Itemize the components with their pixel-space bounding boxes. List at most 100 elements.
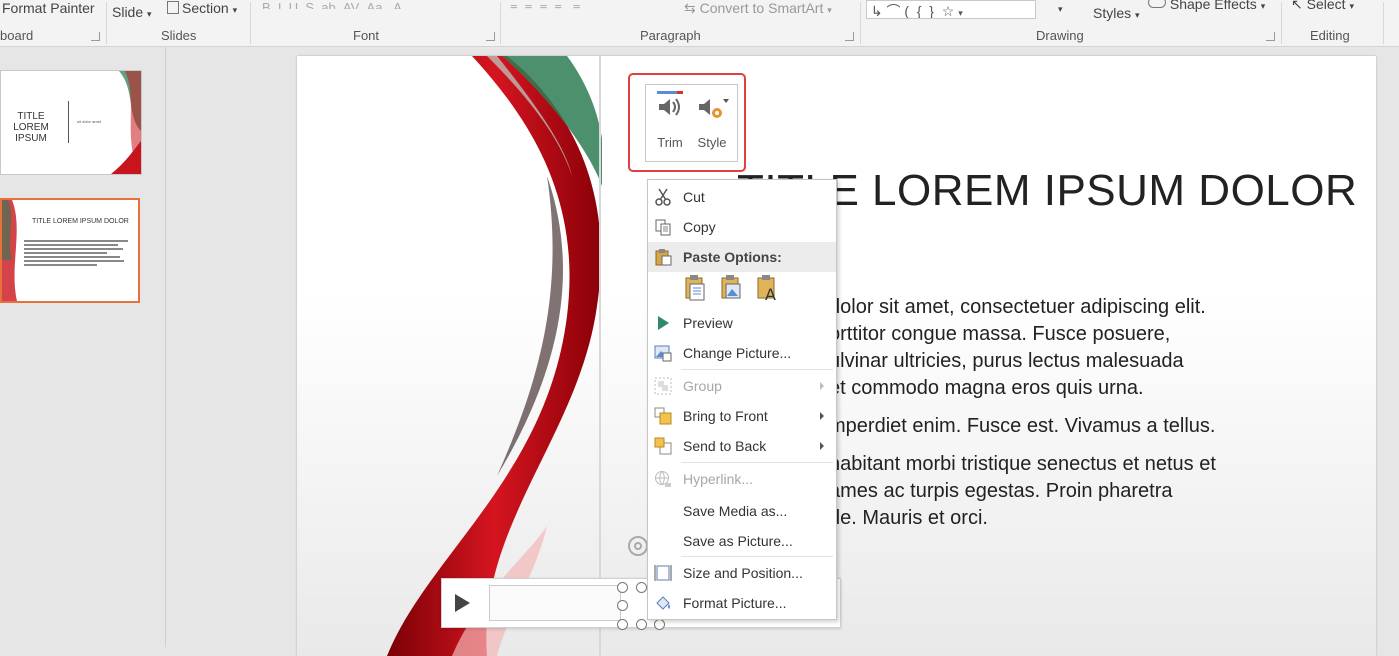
menu-label: Copy [683,219,716,235]
menu-item-copy[interactable]: Copy [648,212,836,242]
chevron-down-icon: ▾ [147,9,152,19]
menu-separator [681,369,833,370]
menu-item-cut[interactable]: Cut [648,182,836,212]
menu-label: Save Media as... [683,503,788,519]
cursor-icon: ↖ [1291,0,1303,12]
paste-text-only-icon[interactable]: A [756,274,780,304]
new-slide-button[interactable]: Slide ▾ [112,4,152,20]
thumb-1-divider [68,101,69,143]
group-divider [1383,2,1384,44]
scissors-icon [655,188,671,206]
hyperlink-globe-icon [655,471,671,487]
quick-styles-label: Styles [1093,5,1132,21]
thumb-1-subtitle: sit dolor amet [77,119,102,124]
slide-thumbnail-1[interactable]: TITLE LOREM IPSUM sit dolor amet [0,70,142,175]
section-button[interactable]: Section ▾ [167,0,237,16]
clipboard-group-label: board [0,28,34,43]
body-line[interactable]: orttitor congue massa. Fusce posuere, [829,323,1170,346]
menu-item-save-media-as[interactable]: Save Media as... [648,496,836,526]
paragraph-launcher-icon[interactable] [845,32,854,41]
body-line[interactable]: dolor sit amet, consectetuer adipiscing … [829,296,1206,319]
align-buttons[interactable]: ≡ ≡ ≡ ≡ ≡ [510,0,580,9]
font-launcher-icon[interactable] [486,32,495,41]
play-icon [658,316,669,330]
clipboard-icon [655,249,672,266]
menu-item-preview[interactable]: Preview [648,308,836,338]
menu-label: Hyperlink... [683,471,754,487]
body-line[interactable]: ulvinar ultricies, purus lectus malesuad… [829,350,1184,373]
menu-item-send-to-back[interactable]: Send to Back [648,431,836,461]
select-button[interactable]: ↖ Select ▾ [1291,0,1354,13]
paint-bucket-icon [656,596,670,610]
shape-effects-label: Shape Effects [1169,0,1257,12]
font-group-label: Font [353,28,380,43]
menu-item-group[interactable]: Group [648,371,836,401]
group-divider [106,2,107,44]
resize-handle[interactable] [636,582,647,593]
paste-options-header: Paste Options: [648,242,836,272]
resize-handle[interactable] [617,582,628,593]
audio-timeline[interactable] [489,585,621,621]
body-line[interactable]: et commodo magna eros quis urna. [829,377,1144,400]
drawing-group-label: Drawing [1036,28,1084,43]
paragraph-group-label: Paragraph [640,28,701,43]
shape-effects-button[interactable]: Shape Effects ▾ [1148,0,1265,12]
menu-item-save-as-picture[interactable]: Save as Picture... [648,526,836,556]
menu-label: Format Picture... [683,595,787,611]
menu-label: Size and Position... [683,565,803,581]
highlight-box [628,73,746,172]
menu-item-bring-to-front[interactable]: Bring to Front [648,401,836,431]
group-divider [250,2,251,44]
submenu-arrow-icon [820,442,824,450]
group-divider [500,2,501,44]
play-icon[interactable] [455,594,470,612]
menu-label: Paste Options: [683,249,782,265]
copy-icon [655,219,671,236]
arrange-dropdown[interactable]: ▾ [1058,4,1063,15]
resize-handle[interactable] [617,619,628,630]
drawing-launcher-icon[interactable] [1266,32,1275,41]
slide-divider-line [599,56,601,656]
new-slide-label: Slide [112,4,144,20]
group-divider [860,2,861,44]
convert-smartart-button[interactable]: ⇆ Convert to SmartArt ▾ [684,0,832,17]
quick-styles-button[interactable]: Styles ▾ [1093,5,1140,21]
paste-picture-icon[interactable] [720,274,744,302]
body-line[interactable]: de. Mauris et orci. [829,507,988,530]
format-painter-button[interactable]: Format Painter [2,0,95,16]
body-line[interactable]: habitant morbi tristique senectus et net… [829,453,1216,476]
font-format-buttons[interactable]: B I U S ab AV Aa A [262,0,402,9]
change-picture-icon [654,345,672,362]
menu-item-change-picture[interactable]: Change Picture... [648,338,836,368]
thumb-1-title: TITLE LOREM IPSUM [13,111,49,144]
menu-label: Send to Back [683,438,767,454]
chevron-down-icon: ▾ [232,5,238,15]
resize-handle[interactable] [617,600,628,611]
audio-icon[interactable] [628,536,648,556]
menu-label: Preview [683,315,733,331]
menu-item-size-and-position[interactable]: Size and Position... [648,558,836,588]
group-icon [654,377,672,395]
resize-handle[interactable] [654,619,665,630]
menu-label: Cut [683,189,705,205]
svg-text:A: A [765,285,776,302]
shapes-gallery[interactable]: ↳ ⌒ ( { } ☆ ▾ [866,0,1036,19]
body-line[interactable]: ames ac turpis egestas. Proin pharetra [829,480,1173,503]
thumb-2-title: TITLE LOREM IPSUM DOLOR [32,218,129,225]
thumb-2-body-lines [24,240,128,268]
size-position-icon [654,565,672,581]
menu-item-format-picture[interactable]: Format Picture... [648,588,836,618]
clipboard-launcher-icon[interactable] [91,32,100,41]
resize-handle[interactable] [636,619,647,630]
section-icon [167,1,179,14]
paste-keep-source-icon[interactable] [684,274,708,302]
smartart-icon: ⇆ [684,0,696,16]
menu-separator [681,462,833,463]
submenu-arrow-icon [820,412,824,420]
slide-thumbnail-2-selected[interactable]: TITLE LOREM IPSUM DOLOR [0,198,140,303]
body-line[interactable]: mperdiet enim. Fusce est. Vivamus a tell… [829,415,1215,438]
section-label: Section [182,0,229,16]
group-divider [1281,2,1282,44]
menu-label: Group [683,378,722,394]
menu-item-hyperlink[interactable]: Hyperlink... [648,464,836,494]
